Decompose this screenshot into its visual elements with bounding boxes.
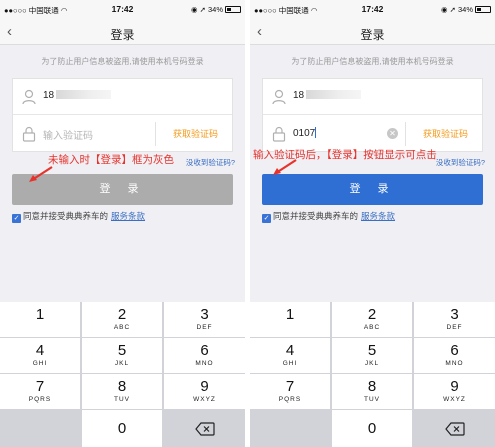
orientation-lock-icon: ◉ [440, 5, 448, 14]
key-0[interactable]: 0 [332, 410, 412, 447]
key-2[interactable]: 2 ABC [332, 302, 412, 337]
get-code-button[interactable]: 获取验证码 [407, 127, 484, 140]
key-9[interactable]: 9 WXYZ [164, 374, 245, 409]
nav-bar: ‹ 登录 [250, 20, 495, 45]
key-6[interactable]: 6 MNO [164, 338, 245, 373]
key-5[interactable]: 5 JKL [332, 338, 412, 373]
location-icon: ➚ [199, 5, 206, 14]
key-4[interactable]: 4 GHI [250, 338, 330, 373]
login-form: 18 0107 ✕ 获取验证码 [262, 78, 483, 152]
annotation-note: 输入验证码后，【登录】按钮显示可点击 [253, 149, 437, 161]
nav-bar: ‹ 登录 [0, 20, 245, 45]
key-9[interactable]: 9 WXYZ [414, 374, 495, 409]
key-1[interactable]: 1 [0, 302, 80, 337]
phone-value: 18 [293, 90, 305, 101]
annotation-arrow-icon [29, 166, 53, 182]
battery-icon [475, 6, 491, 13]
login-button-label: 登 录 [349, 183, 396, 195]
key-5[interactable]: 5 JKL [82, 338, 162, 373]
divider [405, 122, 406, 146]
page-title: 登录 [110, 28, 135, 42]
login-form: 18 输入验证码 获取验证码 [12, 78, 233, 152]
agreement-row: ✓ 同意并接受典典养车的 服务条款 [12, 210, 145, 223]
backspace-icon [195, 422, 215, 436]
key-6[interactable]: 6 MNO [414, 338, 495, 373]
phone-field[interactable]: 18 [263, 79, 482, 115]
orientation-lock-icon: ◉ [190, 5, 198, 14]
backspace-icon [445, 422, 465, 436]
key-8[interactable]: 8 TUV [332, 374, 412, 409]
login-button[interactable]: 登 录 [262, 174, 483, 205]
agree-checkbox[interactable]: ✓ [262, 214, 271, 223]
battery-percent: 34% [457, 5, 473, 14]
code-value: 0107 [293, 128, 316, 139]
phone-field[interactable]: 18 [13, 79, 232, 115]
terms-link[interactable]: 服务条款 [111, 211, 145, 221]
agree-text: 同意并接受典典养车的 [273, 211, 359, 221]
numeric-keypad: 1 2 ABC 3 DEF 4 GHI 5 JKL 6 MNO 7 PQRS 8 TUV 9W… [250, 302, 495, 447]
login-hint: 为了防止用户信息被盗用,请使用本机号码登录 [41, 57, 204, 66]
status-bar: ●●○○○ 中国联通 ◠ 17:42 ◉ ➚ 34% [250, 0, 495, 20]
lock-icon [272, 126, 286, 142]
key-7[interactable]: 7 PQRS [250, 374, 330, 409]
battery-icon [225, 6, 241, 13]
location-icon: ➚ [449, 5, 456, 14]
numeric-keypad: 1 2 ABC 3 DEF 4 GHI 5 JKL 6 MNO 7 PQRS 8 TUV 9W… [0, 302, 245, 447]
user-icon [272, 89, 286, 105]
key-8[interactable]: 8 TUV [82, 374, 162, 409]
code-placeholder: 输入验证码 [43, 131, 93, 142]
annotation-note: 未输入时【登录】框为灰色 [48, 154, 174, 166]
no-code-link[interactable]: 没收到验证码? [186, 157, 235, 168]
clear-input-icon[interactable]: ✕ [387, 128, 398, 139]
key-3[interactable]: 3 DEF [414, 302, 495, 337]
lock-icon [22, 126, 36, 142]
key-1[interactable]: 1 [250, 302, 330, 337]
key-7[interactable]: 7 PQRS [0, 374, 80, 409]
key-blank [0, 410, 80, 447]
agreement-row: ✓ 同意并接受典典养车的 服务条款 [262, 210, 395, 223]
terms-link[interactable]: 服务条款 [361, 211, 395, 221]
no-code-link[interactable]: 没收到验证码? [436, 157, 485, 168]
phone-value: 18 [43, 90, 55, 101]
page-title: 登录 [360, 28, 385, 42]
divider [155, 122, 156, 146]
key-2[interactable]: 2 ABC [82, 302, 162, 337]
screen-before-input: ●●○○○ 中国联通 ◠ 17:42 ◉ ➚ 34% ‹ 登录 为了防止用户信息… [0, 0, 245, 447]
code-field[interactable]: 输入验证码 获取验证码 [13, 116, 232, 152]
text-cursor [315, 127, 317, 138]
masked-digits [306, 90, 362, 99]
agree-checkbox[interactable]: ✓ [12, 214, 21, 223]
key-blank [250, 410, 330, 447]
status-bar: ●●○○○ 中国联通 ◠ 17:42 ◉ ➚ 34% [0, 0, 245, 20]
login-hint: 为了防止用户信息被盗用,请使用本机号码登录 [291, 57, 454, 66]
key-0[interactable]: 0 [82, 410, 162, 447]
key-4[interactable]: 4 GHI [0, 338, 80, 373]
battery-percent: 34% [207, 5, 223, 14]
masked-digits [56, 90, 112, 99]
key-3[interactable]: 3 DEF [164, 302, 245, 337]
delete-key[interactable] [164, 410, 245, 447]
get-code-button[interactable]: 获取验证码 [157, 127, 234, 140]
screen-after-input: ●●○○○ 中国联通 ◠ 17:42 ◉ ➚ 34% ‹ 登录 为了防止用户信息… [250, 0, 495, 447]
user-icon [22, 89, 36, 105]
agree-text: 同意并接受典典养车的 [23, 211, 109, 221]
delete-key[interactable] [414, 410, 495, 447]
